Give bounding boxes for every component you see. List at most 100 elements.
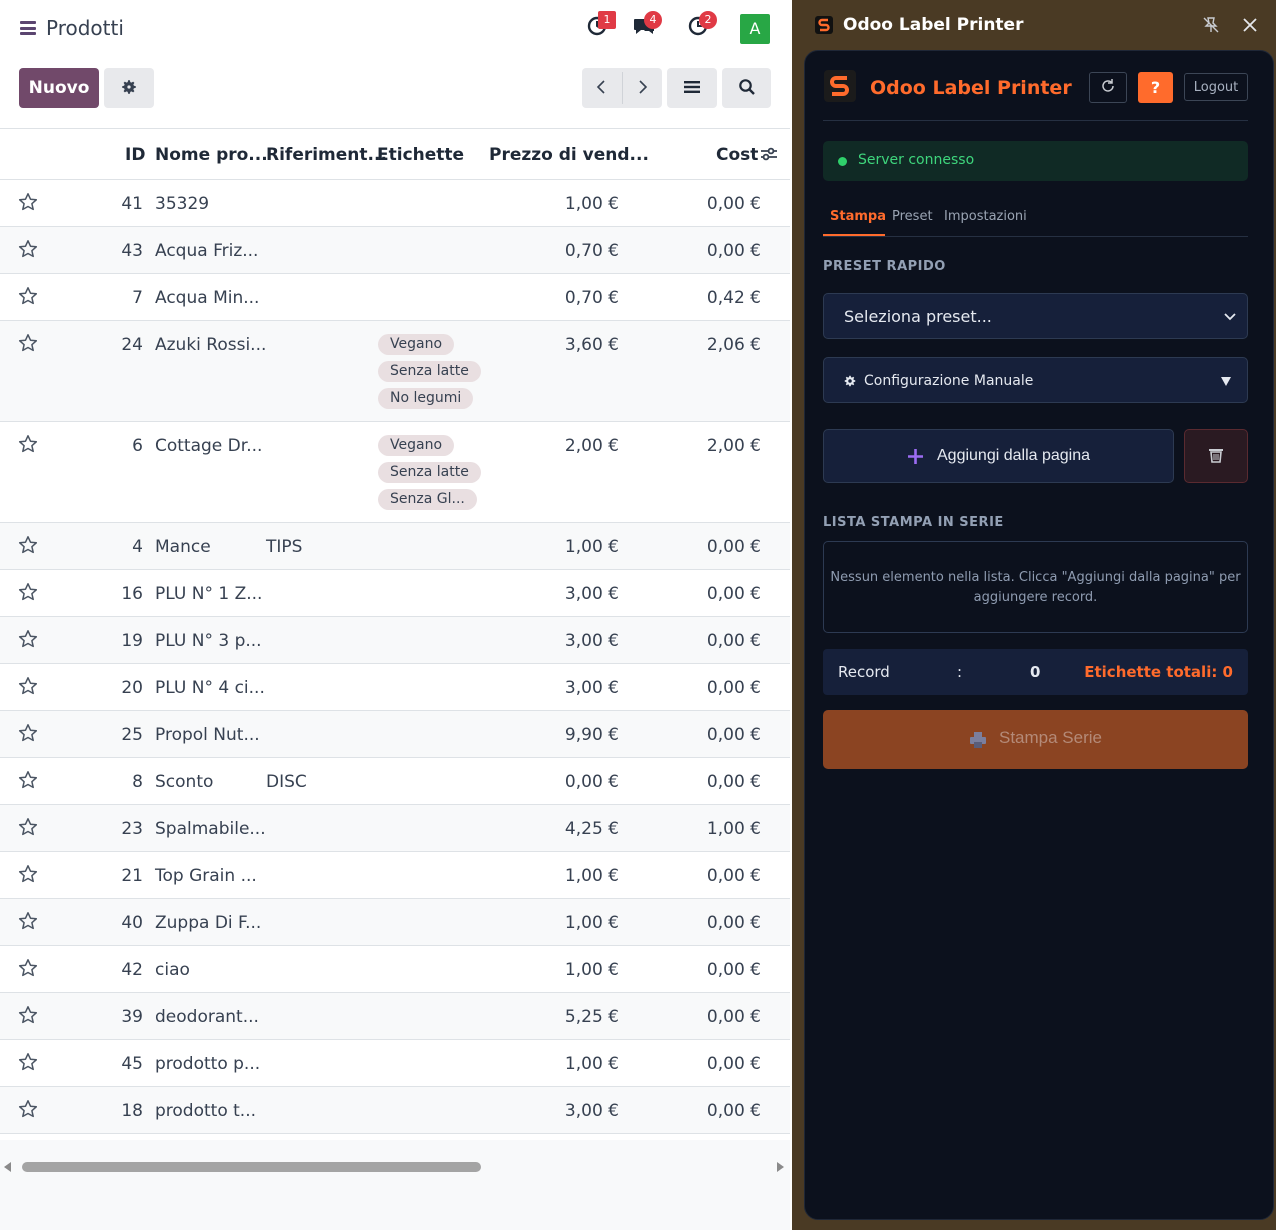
star-icon[interactable] (18, 1005, 38, 1025)
chevron-left-icon (596, 79, 605, 94)
print-series-button[interactable]: Stampa Serie (823, 710, 1248, 769)
pager-next-button[interactable] (623, 68, 663, 108)
star-icon[interactable] (18, 676, 38, 696)
cell-price: 3,00 € (564, 678, 619, 698)
table-row[interactable]: 45 prodotto p... 1,00 € 0,00 € (0, 1040, 790, 1087)
refresh-button[interactable] (1089, 72, 1127, 103)
horizontal-scrollbar[interactable] (0, 1140, 790, 1230)
star-icon[interactable] (18, 434, 38, 454)
gear-icon (844, 375, 856, 387)
cell-name: 35329 (155, 194, 210, 214)
help-button[interactable]: ? (1138, 72, 1173, 103)
star-icon[interactable] (18, 770, 38, 790)
table-row[interactable]: 23 Spalmabile... 4,25 € 1,00 € (0, 805, 790, 852)
search-button[interactable] (722, 68, 771, 108)
star-icon[interactable] (18, 1052, 38, 1072)
new-button[interactable]: Nuovo (19, 68, 99, 108)
cell-ref: DISC (266, 772, 307, 792)
star-icon[interactable] (18, 535, 38, 555)
panel-title: Odoo Label Printer (870, 77, 1072, 99)
cell-cost: 0,00 € (706, 960, 761, 980)
record-label: Record (838, 663, 890, 681)
tab-preset[interactable]: Preset (892, 209, 933, 224)
column-settings-icon[interactable] (760, 145, 778, 163)
menu-icon[interactable] (20, 21, 36, 35)
star-icon[interactable] (18, 192, 38, 212)
star-icon[interactable] (18, 817, 38, 837)
tag-badge: No legumi (378, 388, 474, 409)
table-row[interactable]: 18 prodotto t... 3,00 € 0,00 € (0, 1087, 790, 1134)
star-icon[interactable] (18, 911, 38, 931)
app-logo-icon (824, 70, 856, 102)
clear-list-button[interactable] (1184, 429, 1248, 483)
cell-name: Cottage Dr... (155, 436, 263, 456)
column-tags[interactable]: Etichette (377, 145, 464, 165)
table-row[interactable]: 4 Mance TIPS 1,00 € 0,00 € (0, 523, 790, 570)
scroll-left-icon[interactable] (4, 1162, 11, 1172)
cell-id: 40 (121, 913, 143, 933)
table-row[interactable]: 16 PLU N° 1 Z... 3,00 € 0,00 € (0, 570, 790, 617)
table-row[interactable]: 42 ciao 1,00 € 0,00 € (0, 946, 790, 993)
table-row[interactable]: 21 Top Grain ... 1,00 € 0,00 € (0, 852, 790, 899)
cell-id: 39 (121, 1007, 143, 1027)
cell-name: PLU N° 1 Z... (155, 584, 263, 604)
table-row[interactable]: 6 Cottage Dr... Vegano Senza latte Senza Gl.… (0, 422, 790, 523)
cell-name: Azuki Rossi... (155, 335, 267, 355)
scroll-thumb[interactable] (22, 1162, 481, 1172)
star-icon[interactable] (18, 286, 38, 306)
cell-name: Mance (155, 537, 211, 557)
cell-cost: 0,00 € (706, 537, 761, 557)
column-cost[interactable]: Cost (716, 145, 758, 165)
chat-icon[interactable]: 4 (632, 11, 662, 40)
cell-name: prodotto t... (155, 1101, 257, 1121)
table-row[interactable]: 41 35329 1,00 € 0,00 € (0, 180, 790, 227)
cell-id: 23 (121, 819, 143, 839)
table-row[interactable]: 24 Azuki Rossi... Vegano Senza latte No legu… (0, 321, 790, 422)
column-price[interactable]: Prezzo di vend... (489, 145, 649, 165)
table-row[interactable]: 7 Acqua Min... 0,70 € 0,42 € (0, 274, 790, 321)
activity-icon[interactable]: 1 (586, 11, 616, 40)
cell-price: 4,25 € (564, 819, 619, 839)
tab-impostazioni[interactable]: Impostazioni (944, 209, 1027, 224)
manual-config-toggle[interactable]: Configurazione Manuale (823, 357, 1248, 403)
actions-gear-button[interactable] (104, 68, 154, 108)
scroll-right-icon[interactable] (777, 1162, 784, 1172)
star-icon[interactable] (18, 333, 38, 353)
print-series-label: Stampa Serie (999, 728, 1102, 747)
column-id[interactable]: ID (125, 145, 145, 165)
pin-icon[interactable] (1202, 16, 1220, 34)
chevron-down-icon (1224, 313, 1236, 321)
star-icon[interactable] (18, 958, 38, 978)
avatar[interactable]: A (740, 14, 770, 44)
table-row[interactable]: 19 PLU N° 3 p... 3,00 € 0,00 € (0, 617, 790, 664)
cell-cost: 2,06 € (706, 335, 761, 355)
star-icon[interactable] (18, 723, 38, 743)
star-icon[interactable] (18, 629, 38, 649)
cell-cost: 0,00 € (706, 194, 761, 214)
cell-id: 42 (121, 960, 143, 980)
preset-select[interactable]: Seleziona preset... (823, 293, 1248, 339)
table-row[interactable]: 8 Sconto DISC 0,00 € 0,00 € (0, 758, 790, 805)
star-icon[interactable] (18, 582, 38, 602)
close-icon[interactable] (1241, 16, 1259, 34)
clock-icon[interactable]: 2 (687, 11, 717, 40)
table-row[interactable]: 43 Acqua Friz... 0,70 € 0,00 € (0, 227, 790, 274)
table-row[interactable]: 25 Propol Nut... 9,90 € 0,00 € (0, 711, 790, 758)
table-body: 41 35329 1,00 € 0,00 € 43 Acqua Friz... 0,70 €… (0, 180, 790, 1134)
table-row[interactable]: 39 deodorant... 5,25 € 0,00 € (0, 993, 790, 1040)
logout-button[interactable]: Logout (1184, 73, 1248, 101)
star-icon[interactable] (18, 864, 38, 884)
star-icon[interactable] (18, 1099, 38, 1119)
add-from-page-button[interactable]: Aggiungi dalla pagina (823, 429, 1174, 483)
table-row[interactable]: 40 Zuppa Di F... 1,00 € 0,00 € (0, 899, 790, 946)
star-icon[interactable] (18, 239, 38, 259)
list-view-button[interactable] (667, 68, 717, 108)
column-ref[interactable]: Riferiment... (266, 145, 387, 165)
cell-price: 3,00 € (564, 1101, 619, 1121)
tab-stampa[interactable]: Stampa (830, 209, 886, 224)
pager-previous-button[interactable] (582, 68, 622, 108)
cell-price: 3,00 € (564, 584, 619, 604)
column-name[interactable]: Nome pro... (155, 145, 268, 165)
page-title: Prodotti (46, 16, 124, 40)
table-row[interactable]: 20 PLU N° 4 ci... 3,00 € 0,00 € (0, 664, 790, 711)
